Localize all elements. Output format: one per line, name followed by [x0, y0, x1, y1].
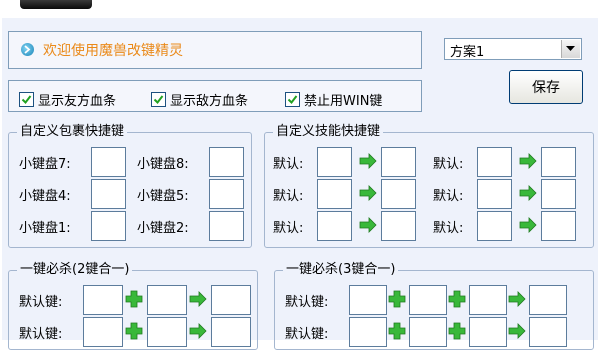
skill-default-key-input[interactable]: [477, 147, 512, 177]
green-plus-icon: [448, 290, 466, 308]
combo2-group: 一键必杀(2键合一) 默认键: 默认键:: [8, 262, 258, 350]
group-title: 一键必杀(3键合一): [283, 262, 399, 278]
green-plus-icon: [448, 322, 466, 340]
slot-label: 小键盘4:: [19, 189, 71, 204]
slot-label: 小键盘2:: [137, 221, 189, 236]
checkbox-check-icon[interactable]: [151, 92, 166, 107]
key-label: 默认:: [273, 221, 304, 236]
combo2-key-input[interactable]: [83, 285, 123, 315]
combo2-result-input[interactable]: [211, 317, 251, 347]
key-label: 默认键:: [285, 327, 329, 342]
slot-label: 小键盘1:: [19, 221, 71, 236]
numpad5-input[interactable]: [209, 179, 244, 209]
green-right-arrow-icon: [519, 184, 537, 202]
slot-label: 小键盘7:: [19, 157, 71, 172]
skill-custom-key-input[interactable]: [381, 211, 416, 241]
group-title: 一键必杀(2键合一): [17, 262, 133, 278]
checkbox-check-icon[interactable]: [19, 92, 34, 107]
green-plus-icon: [388, 290, 406, 308]
logo: [20, 0, 92, 9]
numpad2-input[interactable]: [209, 211, 244, 241]
combo3-key-input[interactable]: [469, 285, 507, 315]
skill-custom-key-input[interactable]: [381, 147, 416, 177]
combo3-group: 一键必杀(3键合一) 默认键: 默认键:: [274, 262, 594, 350]
scheme-select[interactable]: 方案1: [444, 38, 582, 60]
green-right-arrow-icon: [519, 152, 537, 170]
welcome-text: 欢迎使用魔兽改键精灵: [43, 43, 183, 59]
welcome-arrow-icon: [21, 43, 34, 56]
skill-default-key-input[interactable]: [317, 179, 352, 209]
green-right-arrow-icon: [508, 322, 526, 340]
key-label: 默认键:: [19, 295, 63, 310]
disable-win-key-checkbox[interactable]: 禁止用WIN键: [285, 90, 382, 109]
skill-custom-key-input[interactable]: [541, 211, 576, 241]
green-plus-icon: [125, 322, 143, 340]
dropdown-arrow-icon[interactable]: [561, 40, 580, 58]
combo3-result-input[interactable]: [529, 285, 567, 315]
scheme-select-value: 方案1: [450, 45, 485, 60]
combo3-key-input[interactable]: [349, 317, 387, 347]
skill-custom-key-input[interactable]: [541, 179, 576, 209]
group-title: 自定义包裹快捷键: [17, 124, 128, 140]
green-plus-icon: [388, 322, 406, 340]
key-label: 默认键:: [19, 327, 63, 342]
combo3-key-input[interactable]: [349, 285, 387, 315]
green-right-arrow-icon: [359, 184, 377, 202]
combo2-result-input[interactable]: [211, 285, 251, 315]
combo3-key-input[interactable]: [409, 285, 447, 315]
save-button[interactable]: 保存: [509, 70, 583, 104]
group-title: 自定义技能快捷键: [273, 124, 384, 140]
checkbox-label: 禁止用WIN键: [304, 94, 383, 109]
numpad8-input[interactable]: [209, 147, 244, 177]
key-label: 默认:: [273, 157, 304, 172]
skill-default-key-input[interactable]: [317, 211, 352, 241]
skill-default-key-input[interactable]: [477, 211, 512, 241]
green-right-arrow-icon: [519, 216, 537, 234]
key-label: 默认:: [433, 157, 464, 172]
combo3-key-input[interactable]: [469, 317, 507, 347]
combo2-key-input[interactable]: [147, 285, 187, 315]
options-bar: 显示友方血条 显示敌方血条 禁止用WIN键: [8, 80, 422, 112]
skill-default-key-input[interactable]: [477, 179, 512, 209]
skill-default-key-input[interactable]: [317, 147, 352, 177]
numpad4-input[interactable]: [91, 179, 126, 209]
item-hotkeys-group: 自定义包裹快捷键 小键盘7: 小键盘8: 小键盘4: 小键盘5: 小键盘1: 小…: [8, 124, 252, 248]
combo2-key-input[interactable]: [147, 317, 187, 347]
skill-custom-key-input[interactable]: [381, 179, 416, 209]
green-right-arrow-icon: [189, 322, 207, 340]
green-right-arrow-icon: [508, 290, 526, 308]
key-label: 默认:: [433, 189, 464, 204]
skill-custom-key-input[interactable]: [541, 147, 576, 177]
combo3-key-input[interactable]: [409, 317, 447, 347]
numpad7-input[interactable]: [91, 147, 126, 177]
green-plus-icon: [125, 290, 143, 308]
slot-label: 小键盘8:: [137, 157, 189, 172]
checkbox-label: 显示友方血条: [38, 94, 117, 109]
green-right-arrow-icon: [359, 216, 377, 234]
checkbox-check-icon[interactable]: [285, 92, 300, 107]
green-right-arrow-icon: [189, 290, 207, 308]
skill-hotkeys-group: 自定义技能快捷键 默认: 默认: 默认: 默认: 默认: 默认:: [264, 124, 594, 248]
slot-label: 小键盘5:: [137, 189, 189, 204]
checkbox-label: 显示敌方血条: [170, 94, 249, 109]
numpad1-input[interactable]: [91, 211, 126, 241]
key-label: 默认:: [433, 221, 464, 236]
key-label: 默认:: [273, 189, 304, 204]
welcome-bar: 欢迎使用魔兽改键精灵: [8, 31, 422, 69]
combo2-key-input[interactable]: [83, 317, 123, 347]
combo3-result-input[interactable]: [529, 317, 567, 347]
show-ally-hp-checkbox[interactable]: 显示友方血条: [19, 90, 116, 109]
green-right-arrow-icon: [359, 152, 377, 170]
show-enemy-hp-checkbox[interactable]: 显示敌方血条: [151, 90, 248, 109]
key-label: 默认键:: [285, 295, 329, 310]
